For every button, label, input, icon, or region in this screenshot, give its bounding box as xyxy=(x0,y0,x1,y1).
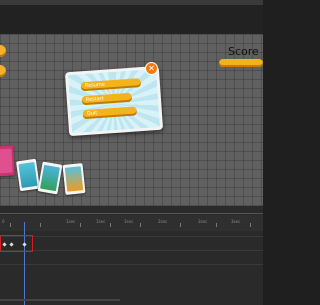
ruler-label: 3sec xyxy=(198,219,208,224)
horizontal-scrollbar[interactable] xyxy=(0,299,120,301)
ruler-tick xyxy=(140,223,141,227)
ruler-tick xyxy=(180,223,181,227)
ruler-tick xyxy=(250,223,251,227)
character-card[interactable] xyxy=(0,145,15,177)
ruler-tick xyxy=(216,223,217,227)
ruler-label: 1sec xyxy=(124,219,134,224)
ruler-label: 3sec xyxy=(231,219,241,224)
ruler-tick xyxy=(80,223,81,227)
track-row[interactable] xyxy=(0,236,263,237)
character-card[interactable] xyxy=(16,158,40,192)
score-label[interactable]: Score xyxy=(228,45,259,58)
close-icon[interactable]: ✕ xyxy=(145,62,158,75)
coin-icon xyxy=(0,65,6,77)
divider xyxy=(0,213,263,214)
ruler-tick xyxy=(10,223,11,227)
ruler-tick xyxy=(110,223,111,227)
track-row[interactable] xyxy=(0,264,263,265)
ruler-label: 1sec xyxy=(66,219,76,224)
character-card[interactable] xyxy=(62,163,86,195)
top-toolbar xyxy=(0,0,263,34)
score-bar[interactable] xyxy=(219,59,263,67)
ruler-label: 2sec xyxy=(158,219,168,224)
pause-dialog[interactable]: Resume Restart Quit xyxy=(64,65,164,137)
ruler-label: 0 xyxy=(2,219,5,224)
track-row[interactable] xyxy=(0,250,263,251)
coin-icon xyxy=(0,45,6,57)
ruler-tick xyxy=(40,223,41,227)
ruler-label: 1sec xyxy=(96,219,106,224)
